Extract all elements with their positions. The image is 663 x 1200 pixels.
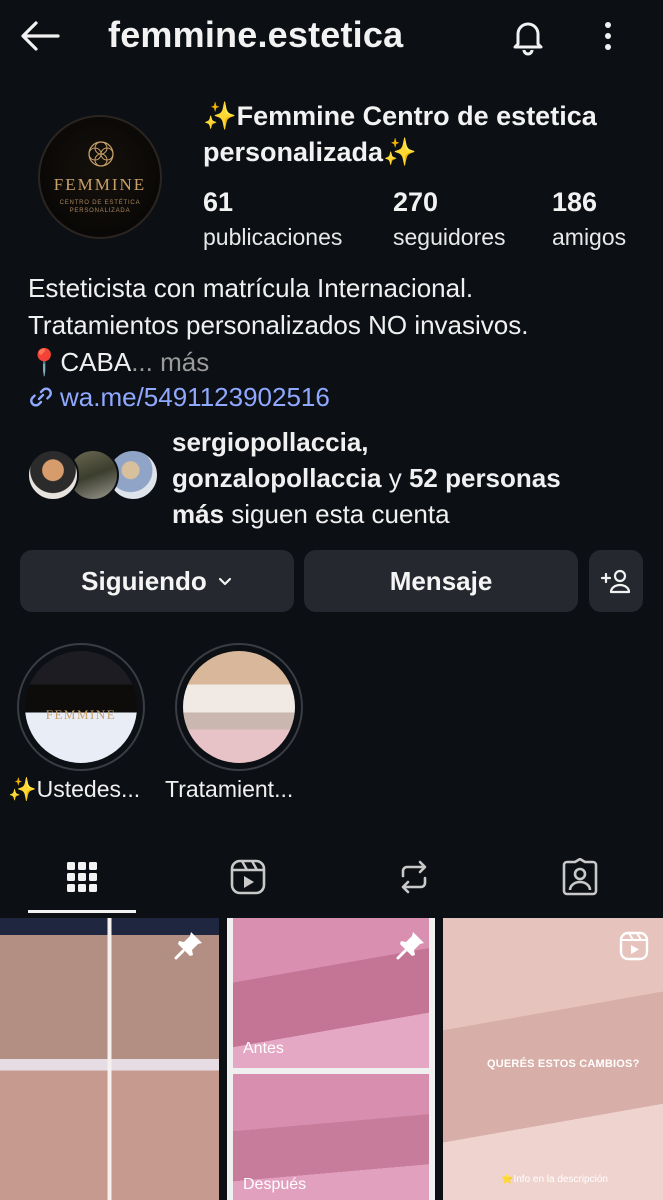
reel-badge-icon (619, 931, 649, 961)
friends-count: 186 (552, 187, 598, 217)
before-label: Antes (243, 1040, 284, 1057)
bio-location: 📍CABA (28, 347, 132, 377)
more-vertical-icon (605, 22, 611, 50)
message-label: Mensaje (389, 565, 493, 596)
highlight-cover: FEMMINE (25, 651, 137, 763)
suggest-people-button[interactable] (589, 550, 643, 612)
avatar (27, 449, 79, 501)
active-tab-indicator (28, 910, 136, 913)
website-link-text: wa.me/5491123902516 (60, 381, 330, 412)
highlight-ring: FEMMINE (17, 643, 145, 771)
page-title: femmine.estetica (108, 14, 404, 55)
arrow-left-icon (21, 21, 60, 51)
highlight-1-label[interactable]: ✨Ustedes... (8, 776, 140, 803)
mutual-followers-avatars[interactable] (27, 449, 159, 501)
mutual-user-1: sergiopollaccia, (172, 427, 369, 457)
highlight-brand: FEMMINE (45, 707, 117, 722)
bio-line-1: Esteticista con matrícula Internacional. (28, 273, 474, 303)
tagged-person-icon (562, 858, 598, 896)
mutual-count: 52 personas (408, 463, 561, 493)
tab-posts-grid[interactable] (28, 852, 136, 902)
reels-icon (230, 859, 266, 895)
mutual-followers-text[interactable]: sergiopollaccia, gonzalopollaccia y 52 p… (172, 424, 652, 532)
chevron-down-icon (218, 577, 231, 586)
post-caption: QUERÉS ESTOS CAMBIOS? (487, 1058, 640, 1070)
after-label: Después (243, 1176, 307, 1193)
friends-label: amigos (552, 224, 627, 250)
avatar-brand-text: FEMMINE (53, 175, 147, 194)
tab-reels[interactable] (194, 852, 302, 902)
grid-icon (67, 862, 97, 892)
followers-label: seguidores (393, 224, 506, 250)
pin-icon (396, 932, 424, 960)
following-label: Siguiendo (81, 565, 207, 596)
notifications-button[interactable] (506, 14, 550, 58)
repost-icon (401, 860, 427, 894)
display-name: ✨Femmine Centro de estetica personalizad… (203, 101, 597, 167)
stat-posts[interactable]: 61 publicaciones (203, 184, 342, 254)
tab-reposts[interactable] (360, 852, 468, 902)
back-button[interactable] (18, 16, 62, 56)
stat-friends[interactable]: 186 amigos (552, 184, 626, 254)
profile-page: femmine.estetica FEMMINE CENTRO DE ESTÉT… (0, 0, 663, 1200)
posts-grid: Antes Después QUERÉS ESTOS CAMBIOS? ⭐Inf… (0, 918, 663, 1200)
mutual-more: más (172, 499, 225, 529)
mutual-user-2: gonzalopollaccia (172, 463, 382, 493)
mutual-suffix: siguen esta cuenta (224, 499, 450, 529)
highlight-1[interactable]: FEMMINE (17, 643, 147, 771)
posts-label: publicaciones (203, 224, 343, 250)
stat-followers[interactable]: 270 seguidores (393, 184, 506, 254)
message-button[interactable]: Mensaje (304, 550, 578, 612)
highlight-cover (183, 651, 295, 763)
posts-count: 61 (203, 187, 234, 217)
more-options-button[interactable] (592, 16, 624, 56)
tab-tagged[interactable] (526, 852, 634, 902)
add-person-icon (600, 569, 631, 594)
following-button[interactable]: Siguiendo (20, 550, 294, 612)
bio-more-link[interactable]: ... más (131, 347, 209, 377)
profile-avatar[interactable]: FEMMINE CENTRO DE ESTÉTICA PERSONALIZADA (38, 115, 162, 239)
bio: Esteticista con matrícula Internacional.… (28, 270, 653, 381)
pin-icon (174, 932, 202, 960)
bio-line-2: Tratamientos personalizados NO invasivos… (28, 310, 529, 340)
link-icon (30, 387, 52, 407)
top-bar: femmine.estetica (0, 0, 663, 76)
bell-icon (513, 22, 543, 56)
mandala-logo-icon (88, 141, 114, 167)
website-link[interactable]: wa.me/5491123902516 (28, 378, 330, 416)
highlight-ring (175, 643, 303, 771)
bio-line-3: 📍CABA... más (28, 344, 653, 381)
followers-count: 270 (393, 187, 439, 217)
content-tabs (0, 840, 663, 916)
highlight-2-label[interactable]: Tratamient... (165, 776, 293, 803)
highlight-2[interactable] (175, 643, 305, 771)
avatar-subtitle: CENTRO DE ESTÉTICA PERSONALIZADA (59, 200, 141, 214)
post-note: ⭐Info en la descripción (501, 1174, 608, 1185)
mutual-connector: y (381, 463, 409, 493)
